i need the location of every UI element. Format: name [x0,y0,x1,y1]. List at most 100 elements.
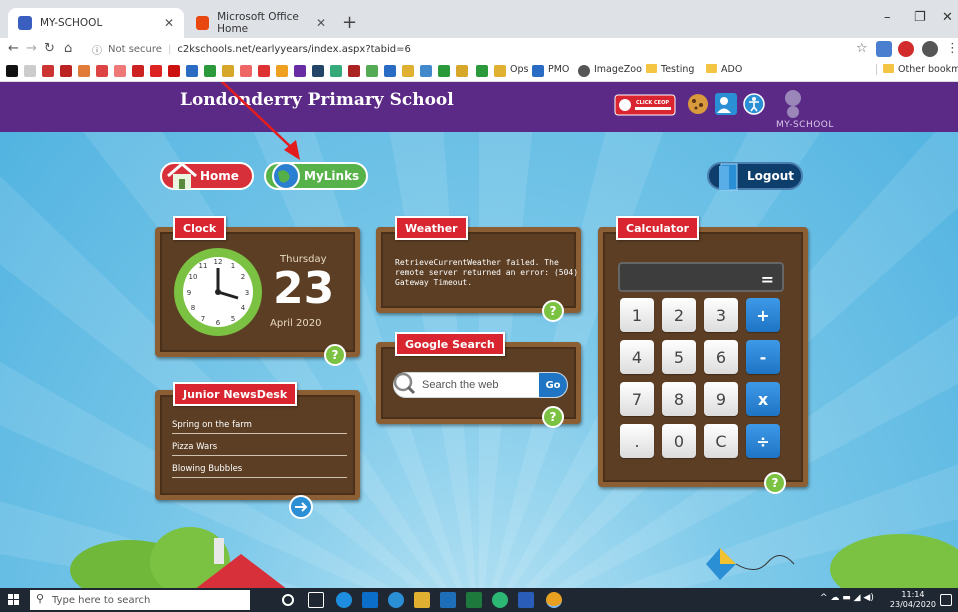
forward-icon[interactable]: → [26,41,37,56]
bookmark-icon[interactable] [384,65,396,77]
bookmark-icon[interactable] [330,65,342,77]
bookmark-star-icon[interactable]: ☆ [856,41,868,56]
calc-key-9[interactable]: 9 [704,382,738,416]
weather-help-button[interactable]: ? [542,300,564,322]
edge-icon[interactable] [336,592,352,608]
calc-key-minus[interactable]: - [746,340,780,374]
close-tab-icon[interactable]: ✕ [164,16,174,30]
bookmark-folder-other[interactable]: Other bookmarks [876,64,958,75]
calc-key-3[interactable]: 3 [704,298,738,332]
tab-office-home[interactable]: Microsoft Office Home ✕ [186,8,336,38]
bookmark-icon[interactable] [168,65,180,77]
app-icon[interactable] [492,592,508,608]
system-tray-icons[interactable]: ^ ☁ ▬ ◢ ◀) [820,593,874,603]
search-help-button[interactable]: ? [542,406,564,428]
logout-button[interactable]: Logout [707,162,803,191]
search-go-button[interactable]: Go [539,373,567,397]
bookmark-icon[interactable] [348,65,360,77]
calc-key-clear[interactable]: C [704,424,738,458]
newsdesk-next-icon[interactable] [288,494,314,520]
calc-key-2[interactable]: 2 [662,298,696,332]
taskbar-clock[interactable]: 11:14 23/04/2020 [890,590,936,610]
chrome-icon[interactable] [546,592,562,608]
bookmark-folder-testing[interactable]: Testing [646,64,694,75]
calc-key-0[interactable]: 0 [662,424,696,458]
news-item[interactable]: Pizza Wars [172,442,347,456]
bookmark-icon[interactable] [204,65,216,77]
bookmark-icon[interactable] [60,65,72,77]
back-icon[interactable]: ← [8,41,19,56]
clock-help-button[interactable]: ? [324,344,346,366]
outlook-icon[interactable] [440,592,456,608]
bookmark-icon[interactable] [132,65,144,77]
bookmark-icon[interactable] [186,65,198,77]
click-ceop-icon[interactable]: CLICK CEOP [614,94,676,116]
taskbar-search[interactable]: ⚲ Type here to search [30,590,250,610]
accessibility-icon[interactable] [742,92,766,116]
search-input[interactable] [422,377,532,393]
reload-icon[interactable]: ↻ [44,41,55,56]
bookmark-icon[interactable] [150,65,162,77]
bookmark-imagezoo[interactable]: ImageZoo [594,64,642,75]
bookmark-ops[interactable]: Ops [510,64,528,75]
bookmark-icon[interactable] [402,65,414,77]
calc-key-multiply[interactable]: x [746,382,780,416]
profile-avatar[interactable] [922,41,938,57]
calc-key-7[interactable]: 7 [620,382,654,416]
bookmark-icon[interactable] [476,65,488,77]
bookmark-icon[interactable] [240,65,252,77]
accessibility-profile-icon[interactable] [714,92,738,116]
new-tab-button[interactable]: + [342,12,357,33]
bookmark-icon[interactable] [294,65,306,77]
store-icon[interactable] [362,592,378,608]
calc-key-1[interactable]: 1 [620,298,654,332]
app-icon[interactable] [388,592,404,608]
menu-icon[interactable]: ⋮ [946,41,958,56]
calc-key-5[interactable]: 5 [662,340,696,374]
calc-key-8[interactable]: 8 [662,382,696,416]
file-explorer-icon[interactable] [414,592,430,608]
bookmark-icon[interactable] [456,65,468,77]
bookmark-icon[interactable] [258,65,270,77]
calculator-help-button[interactable]: ? [764,472,786,494]
tab-my-school[interactable]: MY-SCHOOL ✕ [8,8,184,38]
word-icon[interactable] [518,592,534,608]
my-school-logo-icon[interactable] [780,88,806,118]
bookmark-icon[interactable] [24,65,36,77]
calculator-equals-button[interactable]: = [761,270,774,289]
bookmark-folder-ado[interactable]: ADO [706,64,742,75]
bookmark-icon[interactable] [78,65,90,77]
bookmark-icon[interactable] [42,65,54,77]
calc-key-plus[interactable]: + [746,298,780,332]
cortana-icon[interactable] [282,594,294,606]
bookmark-pmo[interactable]: PMO [548,64,569,75]
close-tab-icon[interactable]: ✕ [316,16,326,30]
cookie-icon[interactable] [686,92,710,116]
bookmark-icon[interactable] [312,65,324,77]
calc-key-4[interactable]: 4 [620,340,654,374]
bookmark-icon[interactable] [366,65,378,77]
bookmark-icon[interactable] [276,65,288,77]
news-item[interactable]: Spring on the farm [172,420,347,434]
news-item[interactable]: Blowing Bubbles [172,464,347,478]
close-window-icon[interactable]: ✕ [942,10,953,25]
bookmark-icon[interactable] [114,65,126,77]
task-view-icon[interactable] [308,592,324,608]
bookmark-icon[interactable] [96,65,108,77]
omnibox[interactable]: ⓘ Not secure | c2kschools.net/earlyyears… [92,40,852,58]
extension-icon[interactable] [876,41,892,57]
opera-extension-icon[interactable] [898,41,914,57]
windows-start-icon[interactable] [8,594,20,606]
calc-key-6[interactable]: 6 [704,340,738,374]
calc-key-divide[interactable]: ÷ [746,424,780,458]
bookmark-icon[interactable] [420,65,432,77]
minimize-icon[interactable]: – [884,10,891,25]
home-icon[interactable]: ⌂ [64,41,72,56]
bookmark-icon[interactable] [222,65,234,77]
notifications-icon[interactable] [940,594,952,606]
bookmark-icon[interactable] [6,65,18,77]
bookmark-icon[interactable] [438,65,450,77]
excel-icon[interactable] [466,592,482,608]
calc-key-decimal[interactable]: . [620,424,654,458]
restore-icon[interactable]: ❐ [914,10,926,25]
